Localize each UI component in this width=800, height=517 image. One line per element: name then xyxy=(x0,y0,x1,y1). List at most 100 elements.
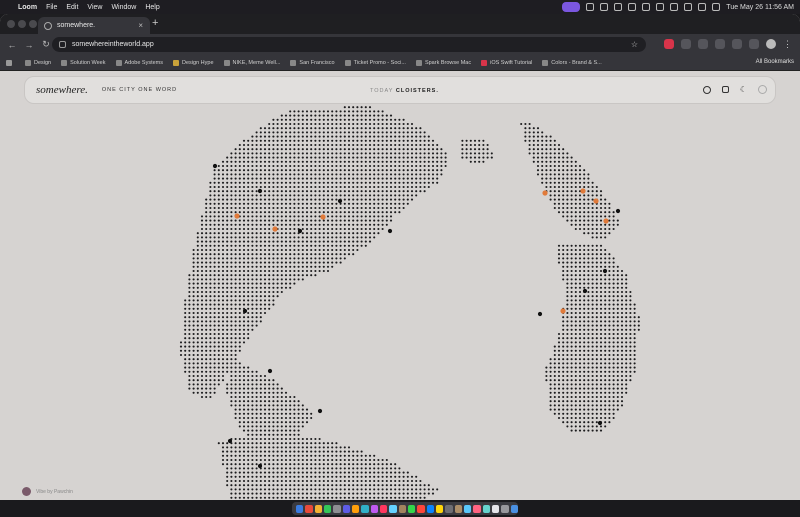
menu-help[interactable]: Help xyxy=(145,4,159,11)
featured-city-marker[interactable] xyxy=(320,214,326,220)
city-marker[interactable] xyxy=(582,288,588,294)
dock-app-icon[interactable] xyxy=(473,504,481,513)
city-marker[interactable] xyxy=(537,311,543,317)
dock-app-icon[interactable] xyxy=(454,504,462,513)
dock-app-icon[interactable] xyxy=(370,504,378,513)
dock-app-icon[interactable] xyxy=(333,504,341,513)
tray-icon[interactable] xyxy=(600,3,609,11)
dock-app-icon[interactable] xyxy=(379,504,388,513)
city-marker[interactable] xyxy=(267,368,273,374)
bookmark-item[interactable]: NIKE, Meme Well... xyxy=(223,59,280,66)
forward-icon[interactable]: → xyxy=(24,40,34,50)
dock-app-icon[interactable] xyxy=(389,504,397,513)
bookmark-item[interactable]: Solution Week xyxy=(61,59,106,66)
dock-app-icon[interactable] xyxy=(501,504,509,513)
tray-icon[interactable] xyxy=(642,3,651,11)
zoom-window-button[interactable] xyxy=(29,20,37,28)
tray-icon[interactable] xyxy=(656,3,665,11)
dock-app-icon[interactable] xyxy=(305,504,313,513)
menu-edit[interactable]: Edit xyxy=(66,4,78,11)
all-bookmarks-button[interactable]: All Bookmarks xyxy=(756,59,794,65)
control-center-icon[interactable] xyxy=(712,3,721,11)
featured-city-marker[interactable] xyxy=(542,190,548,196)
dock-app-icon[interactable] xyxy=(407,504,416,513)
dock-app-icon[interactable] xyxy=(323,504,332,513)
city-marker[interactable] xyxy=(387,228,393,234)
featured-city-marker[interactable] xyxy=(272,226,278,232)
city-marker[interactable] xyxy=(297,228,303,234)
featured-city-marker[interactable] xyxy=(234,213,240,219)
dock-app-icon[interactable] xyxy=(482,504,490,513)
dock-app-icon[interactable] xyxy=(361,504,369,513)
city-marker[interactable] xyxy=(227,438,233,444)
today-word[interactable]: CLOISTERS. xyxy=(396,88,439,94)
profile-avatar[interactable] xyxy=(766,39,776,49)
menu-app-name[interactable]: Loom xyxy=(18,4,37,11)
more-menu-icon[interactable]: ⋮ xyxy=(783,39,793,49)
featured-city-marker[interactable] xyxy=(593,198,599,204)
address-bar[interactable]: somewhereintheworld.app ☆ xyxy=(52,37,646,52)
tray-icon[interactable] xyxy=(628,3,637,11)
city-marker[interactable] xyxy=(317,408,323,414)
extension-icon[interactable] xyxy=(664,39,674,49)
city-marker[interactable] xyxy=(257,463,263,469)
city-marker[interactable] xyxy=(597,420,603,426)
city-marker[interactable] xyxy=(257,188,263,194)
new-tab-button[interactable]: + xyxy=(152,17,158,29)
dock-app-icon[interactable] xyxy=(342,504,350,513)
reload-icon[interactable]: ↻ xyxy=(41,39,51,50)
tray-icon[interactable] xyxy=(614,3,623,11)
tab-somewhere[interactable]: somewhere. × xyxy=(38,17,150,34)
credit[interactable]: Vibe by Pawchin xyxy=(22,487,73,496)
dock-app-icon[interactable] xyxy=(296,504,304,513)
moon-icon[interactable]: ☾ xyxy=(740,85,747,94)
bookmark-item[interactable]: Spark Browse Mac xyxy=(415,59,471,66)
bookmark-item[interactable]: San Francisco xyxy=(290,59,335,66)
dock-app-icon[interactable] xyxy=(510,504,518,513)
city-marker[interactable] xyxy=(602,268,608,274)
dock-app-icon[interactable] xyxy=(491,504,500,513)
clock[interactable]: Tue May 26 11:56 AM xyxy=(726,4,794,11)
bookmark-star-icon[interactable]: ☆ xyxy=(631,40,638,49)
extension-icon[interactable] xyxy=(698,39,708,49)
dotted-globe[interactable] xyxy=(0,71,800,500)
featured-city-marker[interactable] xyxy=(560,308,566,314)
dock-app-icon[interactable] xyxy=(445,504,453,513)
site-info-icon[interactable] xyxy=(59,41,66,48)
featured-city-marker[interactable] xyxy=(580,188,586,194)
city-marker[interactable] xyxy=(337,198,343,204)
calendar-icon[interactable] xyxy=(721,86,729,93)
back-icon[interactable]: ← xyxy=(7,40,17,50)
menu-view[interactable]: View xyxy=(87,4,102,11)
extension-icon[interactable] xyxy=(715,39,725,49)
dock-app-icon[interactable] xyxy=(426,504,434,513)
menu-window[interactable]: Window xyxy=(111,4,136,11)
extension-icon[interactable] xyxy=(681,39,691,49)
dock-app-icon[interactable] xyxy=(398,504,406,513)
bookmark-item[interactable]: Design Hype xyxy=(173,59,214,66)
dock-app-icon[interactable] xyxy=(351,504,360,513)
sidebar-icon[interactable] xyxy=(732,39,742,49)
city-marker[interactable] xyxy=(615,208,621,214)
bookmark-item[interactable]: Ticket Promo - Soci... xyxy=(344,59,406,66)
apps-grid-icon[interactable] xyxy=(6,59,15,66)
loading-ring-icon[interactable] xyxy=(758,85,767,94)
city-marker[interactable] xyxy=(242,308,248,314)
tray-icon[interactable] xyxy=(670,3,679,11)
dock-app-icon[interactable] xyxy=(463,504,472,513)
city-marker[interactable] xyxy=(212,163,218,169)
recording-icon[interactable] xyxy=(562,2,581,12)
dock-app-icon[interactable] xyxy=(314,504,322,513)
search-icon[interactable] xyxy=(702,85,711,94)
minimize-window-button[interactable] xyxy=(18,20,26,28)
battery-icon[interactable] xyxy=(698,3,707,11)
site-logo[interactable]: somewhere. xyxy=(36,84,88,96)
featured-city-marker[interactable] xyxy=(603,218,609,224)
tray-icon[interactable] xyxy=(586,3,595,11)
wifi-icon[interactable] xyxy=(684,3,693,11)
dock-app-icon[interactable] xyxy=(417,504,425,513)
menu-file[interactable]: File xyxy=(46,4,57,11)
bookmark-item[interactable]: Colors - Brand & S... xyxy=(542,59,602,66)
bookmark-item[interactable]: Adobe Systems xyxy=(115,59,163,66)
dock-app-icon[interactable] xyxy=(435,504,444,513)
